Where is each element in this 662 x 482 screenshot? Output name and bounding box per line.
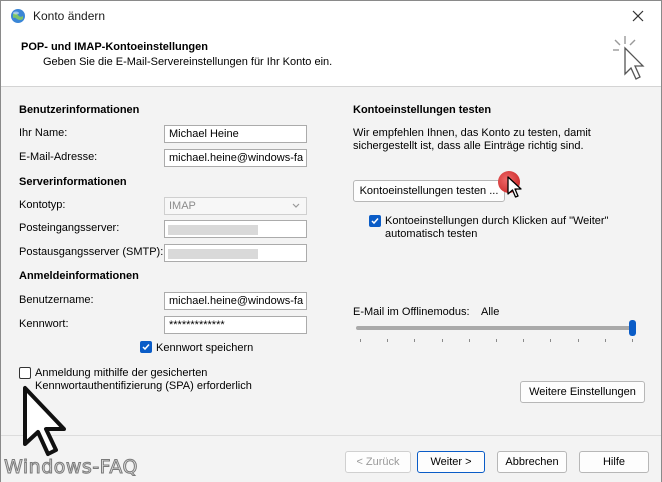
spa-checkbox[interactable] (19, 367, 31, 379)
spa-label-line1: Anmeldung mithilfe der gesicherten (35, 367, 208, 379)
chevron-down-icon (292, 203, 300, 208)
password-input[interactable]: ************* (164, 316, 307, 334)
slider-track[interactable] (356, 326, 636, 330)
account-type-value: IMAP (169, 200, 196, 212)
large-cursor-icon (23, 386, 66, 456)
settings-panel: Benutzerinformationen Ihr Name: Michael … (1, 87, 661, 435)
dialog-window: Konto ändern POP- und IMAP-Kontoeinstell… (0, 0, 662, 482)
click-cursor-icon (613, 36, 645, 80)
name-label: Ihr Name: (19, 127, 68, 139)
slider-tick (469, 339, 470, 342)
close-icon[interactable] (629, 7, 647, 25)
slider-tick (523, 339, 524, 342)
outlook-globe-icon (11, 9, 25, 23)
server-info-heading: Serverinformationen (19, 176, 127, 188)
page-header: POP- und IMAP-Kontoeinstellungen Geben S… (1, 31, 661, 87)
user-info-heading: Benutzerinformationen (19, 104, 140, 116)
slider-thumb[interactable] (629, 320, 636, 336)
slider-tick (496, 339, 497, 342)
test-desc-line2: sichergestellt ist, dass alle Einträge r… (353, 140, 584, 152)
slider-tick (632, 339, 633, 342)
remember-password-checkbox[interactable] (140, 341, 152, 353)
offline-mode-value: Alle (481, 306, 500, 318)
window-title: Konto ändern (33, 9, 106, 23)
next-button[interactable]: Weiter > (417, 451, 485, 473)
username-label: Benutzername: (19, 294, 94, 306)
outgoing-server-label: Postausgangsserver (SMTP): (19, 246, 164, 258)
cancel-button[interactable]: Abbrechen (497, 451, 567, 473)
back-button[interactable]: < Zurück (345, 451, 411, 473)
login-info-heading: Anmeldeinformationen (19, 270, 139, 282)
test-account-button[interactable]: Kontoeinstellungen testen ... (353, 180, 505, 202)
password-label: Kennwort: (19, 318, 69, 330)
auto-test-label-line1: Kontoeinstellungen durch Klicken auf "We… (385, 215, 609, 227)
watermark-text: Windows-FAQ (4, 456, 138, 479)
name-input[interactable]: Michael Heine (164, 125, 307, 143)
offline-mode-label: E-Mail im Offlinemodus: (353, 306, 470, 318)
title-bar: Konto ändern (1, 1, 661, 31)
page-title: POP- und IMAP-Kontoeinstellungen (21, 41, 208, 53)
incoming-server-label: Posteingangsserver: (19, 222, 120, 234)
incoming-server-input[interactable] (164, 220, 307, 238)
slider-tick (442, 339, 443, 342)
more-settings-button[interactable]: Weitere Einstellungen (520, 381, 645, 403)
redacted-value (168, 225, 258, 235)
test-desc-line1: Wir empfehlen Ihnen, das Konto zu testen… (353, 127, 591, 139)
redacted-value (168, 249, 258, 259)
auto-test-label-line2: automatisch testen (385, 228, 478, 240)
slider-tick (360, 339, 361, 342)
email-input[interactable]: michael.heine@windows-fa (164, 149, 307, 167)
username-input[interactable]: michael.heine@windows-fa (164, 292, 307, 310)
checkmark-icon (142, 344, 150, 351)
email-label: E-Mail-Adresse: (19, 151, 98, 163)
slider-tick (387, 339, 388, 342)
mouse-pointer-icon (507, 176, 522, 198)
account-type-label: Kontotyp: (19, 199, 66, 211)
account-type-select: IMAP (164, 197, 307, 215)
test-settings-heading: Kontoeinstellungen testen (353, 104, 492, 116)
slider-tick (414, 339, 415, 342)
checkmark-icon (371, 218, 379, 225)
remember-password-label: Kennwort speichern (156, 342, 254, 354)
auto-test-checkbox[interactable] (369, 215, 381, 227)
outgoing-server-input[interactable] (164, 244, 307, 262)
slider-tick (578, 339, 579, 342)
slider-tick (550, 339, 551, 342)
help-button[interactable]: Hilfe (579, 451, 649, 473)
slider-tick (605, 339, 606, 342)
page-subtitle: Geben Sie die E-Mail-Servereinstellungen… (43, 56, 333, 68)
